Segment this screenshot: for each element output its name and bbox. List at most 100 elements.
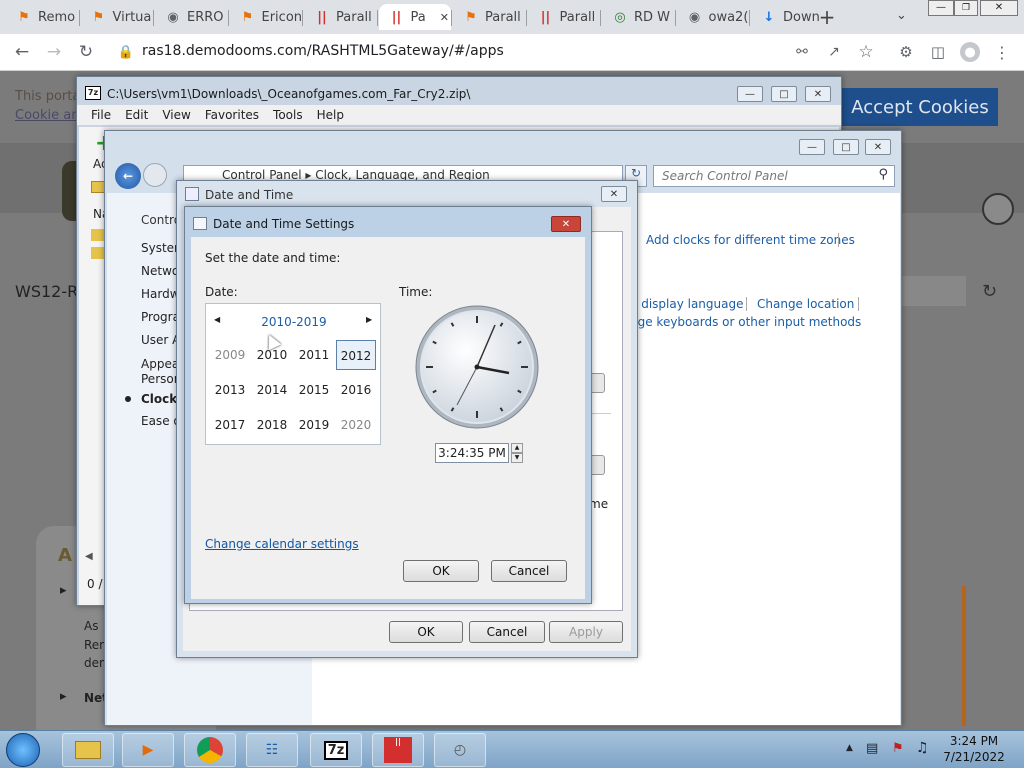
accept-cookies-button[interactable]: Accept Cookies bbox=[842, 88, 998, 126]
minimize-browser-button[interactable]: — bbox=[928, 0, 954, 16]
browser-tab[interactable]: ◉ owa2( bbox=[677, 4, 749, 30]
zip-maximize-button[interactable]: □ bbox=[771, 86, 797, 102]
browser-tab[interactable]: ⚑ Remo bbox=[6, 4, 78, 30]
browser-tab[interactable]: || Pa ✕ bbox=[378, 4, 451, 30]
keyboards-link[interactable]: nge keyboards or other input methods bbox=[630, 315, 861, 329]
browser-tab[interactable]: || Parall bbox=[528, 4, 600, 30]
calendar-year-cell[interactable]: 2009 bbox=[210, 340, 250, 370]
folder-up-icon[interactable] bbox=[91, 181, 105, 193]
zip-close-button[interactable]: ✕ bbox=[805, 86, 831, 102]
cp-nav-item[interactable]: Netwo bbox=[141, 264, 179, 278]
browser-tab[interactable]: ⚑ Ericon bbox=[230, 4, 302, 30]
zip-minimize-button[interactable]: — bbox=[737, 86, 763, 102]
display-language-link[interactable]: e display language bbox=[630, 297, 744, 311]
share-icon[interactable]: ↗ bbox=[824, 42, 844, 62]
cp-forward-button[interactable] bbox=[143, 163, 167, 187]
address-bar-url[interactable]: ras18.demodooms.com/RASHTML5Gateway/#/ap… bbox=[142, 43, 504, 59]
zip-menu-item[interactable]: View bbox=[162, 108, 190, 122]
chrome-menu-icon[interactable]: ⋮ bbox=[992, 42, 1012, 62]
cp-nav-item[interactable]: Hardw bbox=[141, 287, 180, 301]
cp-nav-item[interactable]: User A bbox=[141, 333, 180, 347]
cp-maximize-button[interactable]: □ bbox=[833, 139, 859, 155]
calendar-next-arrow-icon[interactable]: ▶ bbox=[366, 315, 372, 324]
key-icon[interactable]: ⚯ bbox=[792, 42, 812, 62]
chrome-taskbar-icon[interactable] bbox=[184, 733, 236, 767]
tab-search-chevron-icon[interactable]: ⌄ bbox=[896, 8, 907, 23]
side-panel-icon[interactable]: ◫ bbox=[928, 42, 948, 62]
cp-back-button[interactable]: ← bbox=[115, 163, 141, 189]
lock-icon[interactable]: 🔒 bbox=[116, 42, 136, 62]
bookmark-star-icon[interactable]: ☆ bbox=[856, 42, 876, 62]
start-orb-icon[interactable] bbox=[6, 733, 40, 767]
calendar-year-cell[interactable]: 2017 bbox=[210, 410, 250, 440]
back-arrow-icon[interactable]: ← bbox=[12, 42, 32, 62]
time-spin-up-button[interactable]: ▲ bbox=[511, 443, 523, 453]
settings-cancel-button[interactable]: Cancel bbox=[491, 560, 567, 582]
calendar-year-cell[interactable]: 2011 bbox=[294, 340, 334, 370]
zip-menu-item[interactable]: Tools bbox=[273, 108, 303, 122]
date-time-cancel-button[interactable]: Cancel bbox=[469, 621, 545, 643]
calendar-year-cell[interactable]: 2015 bbox=[294, 375, 334, 405]
close-tab-icon[interactable]: ✕ bbox=[440, 11, 449, 24]
zip-menu-item[interactable]: Edit bbox=[125, 108, 148, 122]
browser-tab[interactable]: ↓ Down bbox=[751, 4, 823, 30]
date-time-taskbar-icon[interactable]: ◴ bbox=[434, 733, 486, 767]
folder-icon bbox=[91, 229, 105, 241]
parallels-taskbar-icon[interactable]: || bbox=[372, 733, 424, 767]
refresh-icon[interactable]: ↻ bbox=[982, 281, 997, 302]
settings-close-button[interactable]: ✕ bbox=[551, 216, 581, 232]
reload-icon[interactable]: ↻ bbox=[76, 42, 96, 62]
profile-avatar-icon[interactable]: ● bbox=[960, 42, 980, 62]
date-time-ok-button[interactable]: OK bbox=[389, 621, 463, 643]
new-tab-button[interactable]: + bbox=[816, 6, 838, 28]
date-time-close-button[interactable]: ✕ bbox=[601, 186, 627, 202]
calendar-year-cell[interactable]: 2012 bbox=[336, 340, 376, 370]
browser-tab[interactable]: ⚑ Parall bbox=[453, 4, 525, 30]
calendar-year-cell[interactable]: 2013 bbox=[210, 375, 250, 405]
time-field[interactable]: 3:24:35 PM bbox=[435, 443, 509, 463]
calendar-year-cell[interactable]: 2016 bbox=[336, 375, 376, 405]
explorer-taskbar-icon[interactable] bbox=[62, 733, 114, 767]
browser-tab[interactable]: ⚑ Virtua bbox=[81, 4, 153, 30]
forward-arrow-icon[interactable]: → bbox=[44, 42, 64, 62]
extensions-puzzle-icon[interactable]: ⚙ bbox=[896, 42, 916, 62]
action-center-tray-icon[interactable]: ⚑ bbox=[892, 741, 904, 756]
cp-minimize-button[interactable]: — bbox=[799, 139, 825, 155]
zip-menu-item[interactable]: File bbox=[91, 108, 111, 122]
calendar-year-cell[interactable]: 2019 bbox=[294, 410, 334, 440]
calendar-year-cell[interactable]: 2014 bbox=[252, 375, 292, 405]
add-clocks-link[interactable]: Add clocks for different time zones bbox=[646, 233, 855, 247]
7zip-taskbar-icon[interactable]: 7z bbox=[310, 733, 362, 767]
media-player-taskbar-icon[interactable]: ▶ bbox=[122, 733, 174, 767]
calendar-year-cell[interactable]: 2018 bbox=[252, 410, 292, 440]
network-tray-icon[interactable]: ▤ bbox=[866, 741, 878, 756]
browser-tab[interactable]: || Parall bbox=[304, 4, 376, 30]
date-time-apply-button[interactable]: Apply bbox=[549, 621, 623, 643]
calendar-decade-header[interactable]: 2010-2019 bbox=[206, 315, 382, 329]
cp-search-box[interactable]: Search Control Panel ⚲ bbox=[653, 165, 895, 187]
taskbar-clock-date[interactable]: 7/21/2022 bbox=[936, 750, 1012, 764]
zip-menu-item[interactable]: Favorites bbox=[205, 108, 259, 122]
change-location-link[interactable]: Change location bbox=[757, 297, 854, 311]
settings-ok-button[interactable]: OK bbox=[403, 560, 479, 582]
taskbar-clock-time[interactable]: 3:24 PM bbox=[936, 734, 1012, 748]
browser-tab[interactable]: ◎ RD W bbox=[602, 4, 674, 30]
cp-nav-item[interactable]: Ease o bbox=[141, 414, 181, 428]
volume-tray-icon[interactable]: ♫ bbox=[916, 740, 929, 756]
calendar-control[interactable]: ◀ 2010-2019 ▶ 2009 2010 2011 2012 2013 2014 20… bbox=[205, 303, 381, 445]
zip-menu-item[interactable]: Help bbox=[317, 108, 344, 122]
cp-nav-item[interactable]: Appea bbox=[141, 357, 179, 371]
calendar-year-cell[interactable]: 2020 bbox=[336, 410, 376, 440]
close-browser-button[interactable]: ✕ bbox=[980, 0, 1018, 16]
time-spin-down-button[interactable]: ▼ bbox=[511, 453, 523, 463]
browser-tab[interactable]: ◉ ERRO bbox=[155, 4, 227, 30]
user-avatar-icon[interactable] bbox=[982, 193, 1014, 225]
change-calendar-settings-link[interactable]: Change calendar settings bbox=[205, 537, 359, 551]
restore-browser-button[interactable]: ❐ bbox=[954, 0, 978, 16]
cp-close-button[interactable]: ✕ bbox=[865, 139, 891, 155]
cp-nav-item[interactable]: Progra bbox=[141, 310, 180, 324]
tray-expand-arrow-icon[interactable]: ▲ bbox=[846, 743, 853, 753]
cookie-policy-link[interactable]: Cookie an bbox=[15, 108, 79, 123]
scroll-left-arrow-icon[interactable]: ◀ bbox=[85, 551, 93, 562]
control-panel-taskbar-icon[interactable]: ☷ bbox=[246, 733, 298, 767]
